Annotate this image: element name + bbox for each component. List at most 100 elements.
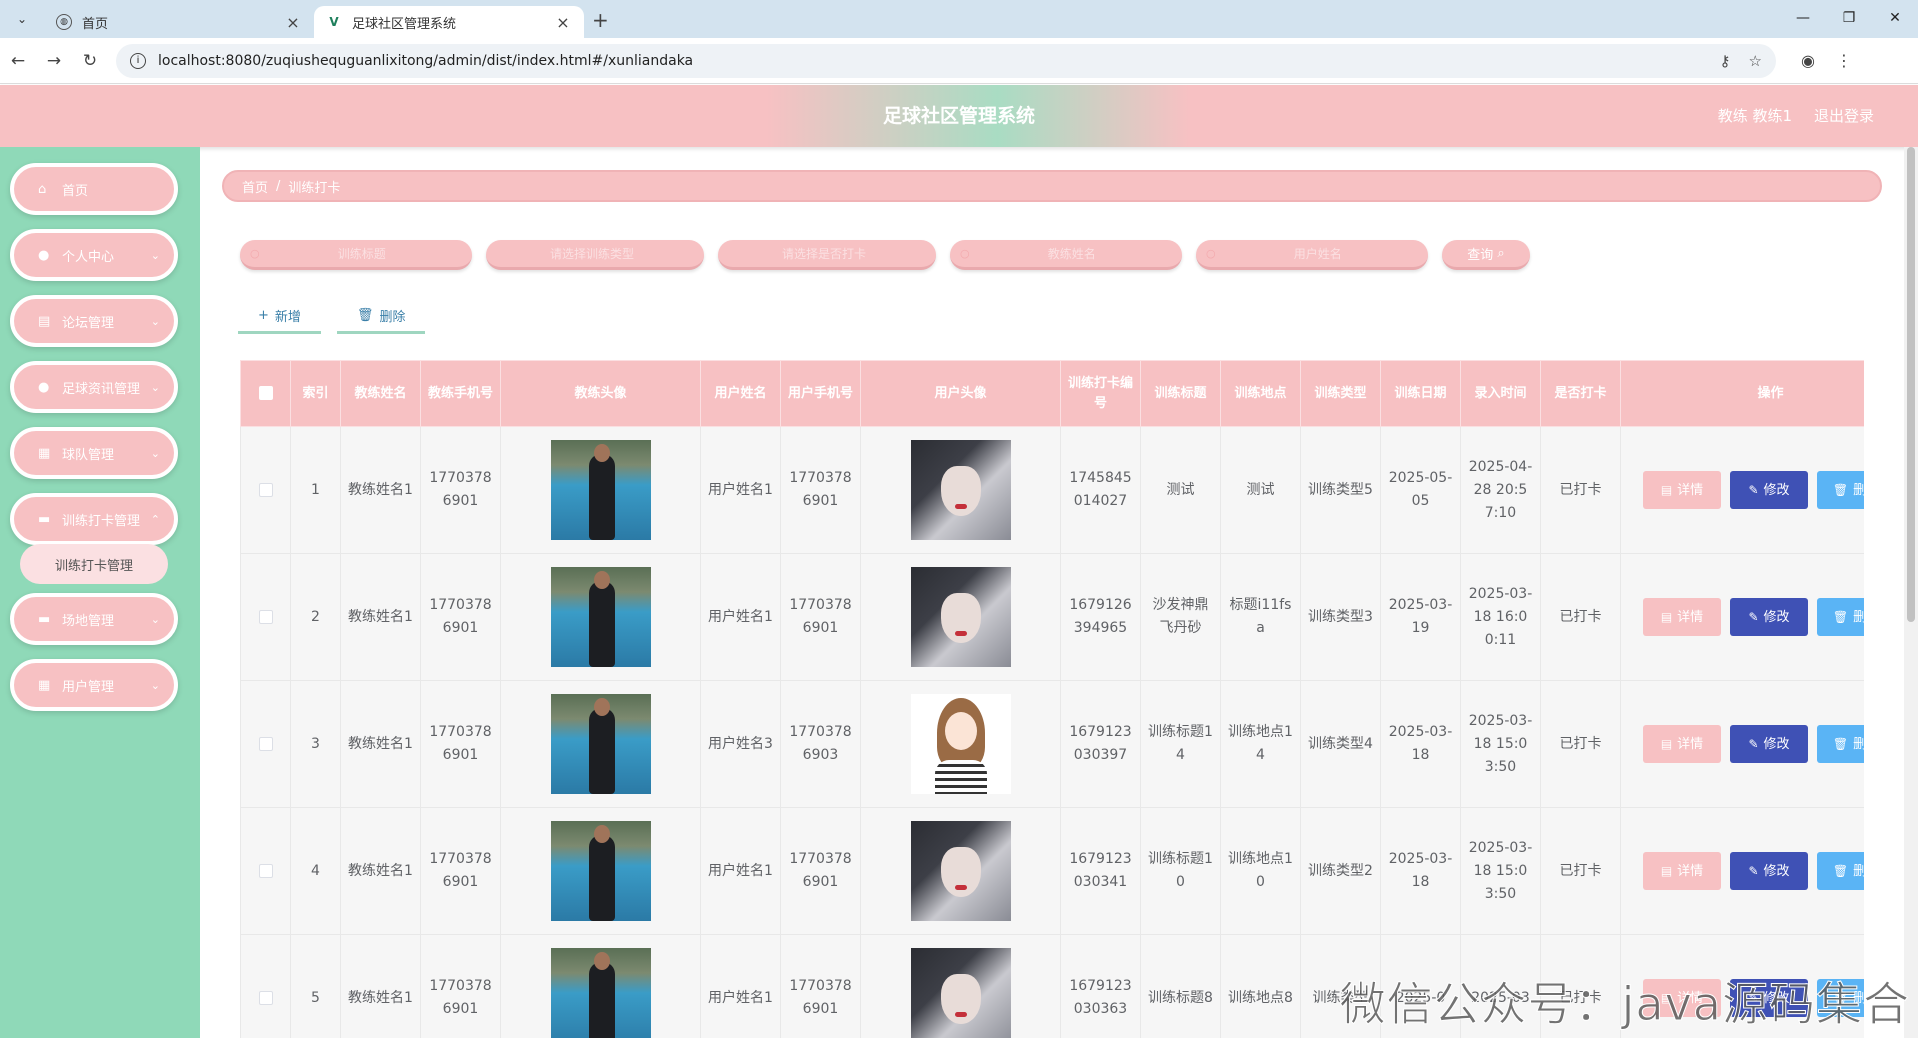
- cell-code: 1679123030397: [1060, 680, 1141, 808]
- sidebar-item-forum[interactable]: ▤ 论坛管理 ⌄: [10, 295, 178, 347]
- sidebar-item-profile[interactable]: ● 个人中心 ⌄: [10, 229, 178, 281]
- row-delete-button[interactable]: 🗑 删除: [1817, 852, 1864, 890]
- sidebar-item-news[interactable]: ● 足球资讯管理 ⌄: [10, 361, 178, 413]
- column-header: 教练头像: [500, 360, 701, 427]
- edit-button[interactable]: ✎ 修改: [1730, 598, 1808, 636]
- cell-user-phone: 17703786901: [780, 426, 861, 554]
- sidebar-item-users[interactable]: ▦ 用户管理 ⌄: [10, 659, 178, 711]
- select-checkin-status[interactable]: 请选择是否打卡: [718, 240, 936, 270]
- document-icon: ▤: [1660, 482, 1673, 497]
- detail-button[interactable]: ▤ 详情: [1643, 725, 1721, 763]
- detail-button[interactable]: ▤ 详情: [1643, 471, 1721, 509]
- row-select-cell[interactable]: [240, 426, 291, 554]
- coach-avatar-image[interactable]: [550, 821, 651, 921]
- sidebar-item-venue[interactable]: ▬ 场地管理 ⌄: [10, 593, 178, 645]
- row-select-cell[interactable]: [240, 934, 291, 1038]
- user-avatar-image[interactable]: [910, 821, 1011, 921]
- search-input-user[interactable]: ○ 用户姓名: [1196, 240, 1428, 270]
- table-row: 4 教练姓名1 17703786901 用户姓名1 17703786901 1679123…: [240, 807, 1864, 935]
- reload-icon[interactable]: ↻: [72, 51, 108, 71]
- detail-label: 详情: [1677, 609, 1704, 625]
- row-delete-button[interactable]: 🗑 删除: [1817, 725, 1864, 763]
- site-info-icon[interactable]: i: [130, 52, 146, 69]
- submenu-item-training[interactable]: 训练打卡管理: [20, 544, 168, 584]
- user-avatar-image[interactable]: [910, 567, 1011, 667]
- cell-coach-name: 教练姓名1: [340, 553, 421, 681]
- user-avatar-cell: [860, 934, 1061, 1038]
- row-checkbox[interactable]: [258, 863, 273, 878]
- breadcrumb-home[interactable]: 首页: [242, 177, 268, 196]
- delete-button[interactable]: 🗑 删除: [336, 300, 426, 334]
- row-select-cell[interactable]: [240, 553, 291, 681]
- edit-label: 修改: [1763, 863, 1790, 879]
- close-icon[interactable]: ×: [554, 13, 572, 32]
- column-header: 教练手机号: [420, 360, 501, 427]
- page-scrollbar[interactable]: [1904, 147, 1918, 1038]
- coach-avatar-image[interactable]: [550, 948, 651, 1038]
- edit-button[interactable]: ✎ 修改: [1730, 471, 1808, 509]
- scrollbar-thumb[interactable]: [1907, 147, 1915, 622]
- edit-button[interactable]: ✎ 修改: [1730, 852, 1808, 890]
- coach-avatar-image[interactable]: [550, 694, 651, 794]
- browser-tab-active[interactable]: V 足球社区管理系统 ×: [314, 6, 584, 38]
- detail-label: 详情: [1677, 482, 1704, 498]
- sidebar-item-label: 场地管理: [62, 613, 115, 629]
- search-input-coach[interactable]: ○ 教练姓名: [950, 240, 1182, 270]
- user-avatar-image[interactable]: [910, 948, 1011, 1038]
- menu-kebab-icon[interactable]: ⋮: [1826, 51, 1862, 70]
- user-avatar-image[interactable]: [910, 694, 1011, 794]
- edit-label: 修改: [1763, 482, 1790, 498]
- search-input-title[interactable]: ○ 训练标题: [240, 240, 472, 270]
- close-window-icon[interactable]: ✕: [1872, 0, 1918, 36]
- row-actions-cell: ▤ 详情 ✎ 修改 🗑 删除: [1620, 680, 1864, 808]
- detail-button[interactable]: ▤ 详情: [1643, 598, 1721, 636]
- coach-avatar-image[interactable]: [550, 567, 651, 667]
- row-delete-button[interactable]: 🗑 删除: [1817, 471, 1864, 509]
- cell-created: 2025-03-18 15:03:50: [1460, 807, 1541, 935]
- logout-link[interactable]: 退出登录: [1814, 85, 1874, 147]
- cell-user-phone: 17703786901: [780, 807, 861, 935]
- select-all-checkbox[interactable]: [258, 386, 273, 400]
- row-checkbox[interactable]: [258, 990, 273, 1005]
- row-delete-button[interactable]: 🗑 删除: [1817, 598, 1864, 636]
- edit-button[interactable]: ✎ 修改: [1730, 725, 1808, 763]
- row-checkbox[interactable]: [258, 609, 273, 624]
- row-checkbox[interactable]: [258, 736, 273, 751]
- browser-tab-home[interactable]: ◍ 首页 ×: [44, 6, 314, 38]
- bookmark-star-icon[interactable]: ☆: [1749, 52, 1762, 70]
- restore-icon[interactable]: ❐: [1826, 0, 1872, 36]
- user-avatar-cell: [860, 807, 1061, 935]
- search-bar: ○ 训练标题 请选择训练类型 请选择是否打卡 ○ 教练姓名 ○ 用户姓名 查询 …: [240, 240, 1530, 270]
- search-icon: ○: [960, 247, 970, 260]
- row-select-cell[interactable]: [240, 680, 291, 808]
- coach-avatar-cell: [500, 680, 701, 808]
- user-avatar-image[interactable]: [910, 440, 1011, 540]
- back-icon[interactable]: ←: [0, 51, 36, 71]
- row-checkbox[interactable]: [258, 482, 273, 497]
- table-row: 1 教练姓名1 17703786901 用户姓名1 17703786901 1745845…: [240, 426, 1864, 554]
- row-select-cell[interactable]: [240, 807, 291, 935]
- cell-coach-name: 教练姓名1: [340, 807, 421, 935]
- cell-title: 沙发神鼎飞丹砂: [1140, 553, 1221, 681]
- minimize-icon[interactable]: —: [1780, 0, 1826, 36]
- sidebar-item-teams[interactable]: ▦ 球队管理 ⌄: [10, 427, 178, 479]
- query-button[interactable]: 查询 ⌕: [1442, 240, 1530, 270]
- password-key-icon[interactable]: ⚷: [1720, 52, 1731, 70]
- cell-user-phone: 17703786903: [780, 680, 861, 808]
- url-field[interactable]: i localhost:8080/zuqiushequguanlixitong/…: [116, 43, 1776, 78]
- detail-button[interactable]: ▤ 详情: [1643, 852, 1721, 890]
- select-all-cell[interactable]: [240, 360, 291, 427]
- close-icon[interactable]: ×: [284, 13, 302, 32]
- new-tab-button[interactable]: +: [592, 8, 609, 32]
- table-header-row: 索引 教练姓名 教练手机号 教练头像 用户姓名 用户手机号 用户头像 训练打卡编…: [240, 360, 1864, 427]
- profile-icon[interactable]: ◉: [1790, 51, 1826, 70]
- tab-search-dropdown[interactable]: ⌄: [6, 4, 38, 34]
- coach-avatar-image[interactable]: [550, 440, 651, 540]
- user-avatar-cell: [860, 553, 1061, 681]
- coach-avatar-cell: [500, 934, 701, 1038]
- select-training-type[interactable]: 请选择训练类型: [486, 240, 704, 270]
- sidebar-item-training[interactable]: ▬ 训练打卡管理 ⌃: [10, 493, 178, 545]
- add-button[interactable]: + 新增: [238, 300, 321, 334]
- forward-icon[interactable]: →: [36, 51, 72, 71]
- sidebar-item-home[interactable]: ⌂ 首页: [10, 163, 178, 215]
